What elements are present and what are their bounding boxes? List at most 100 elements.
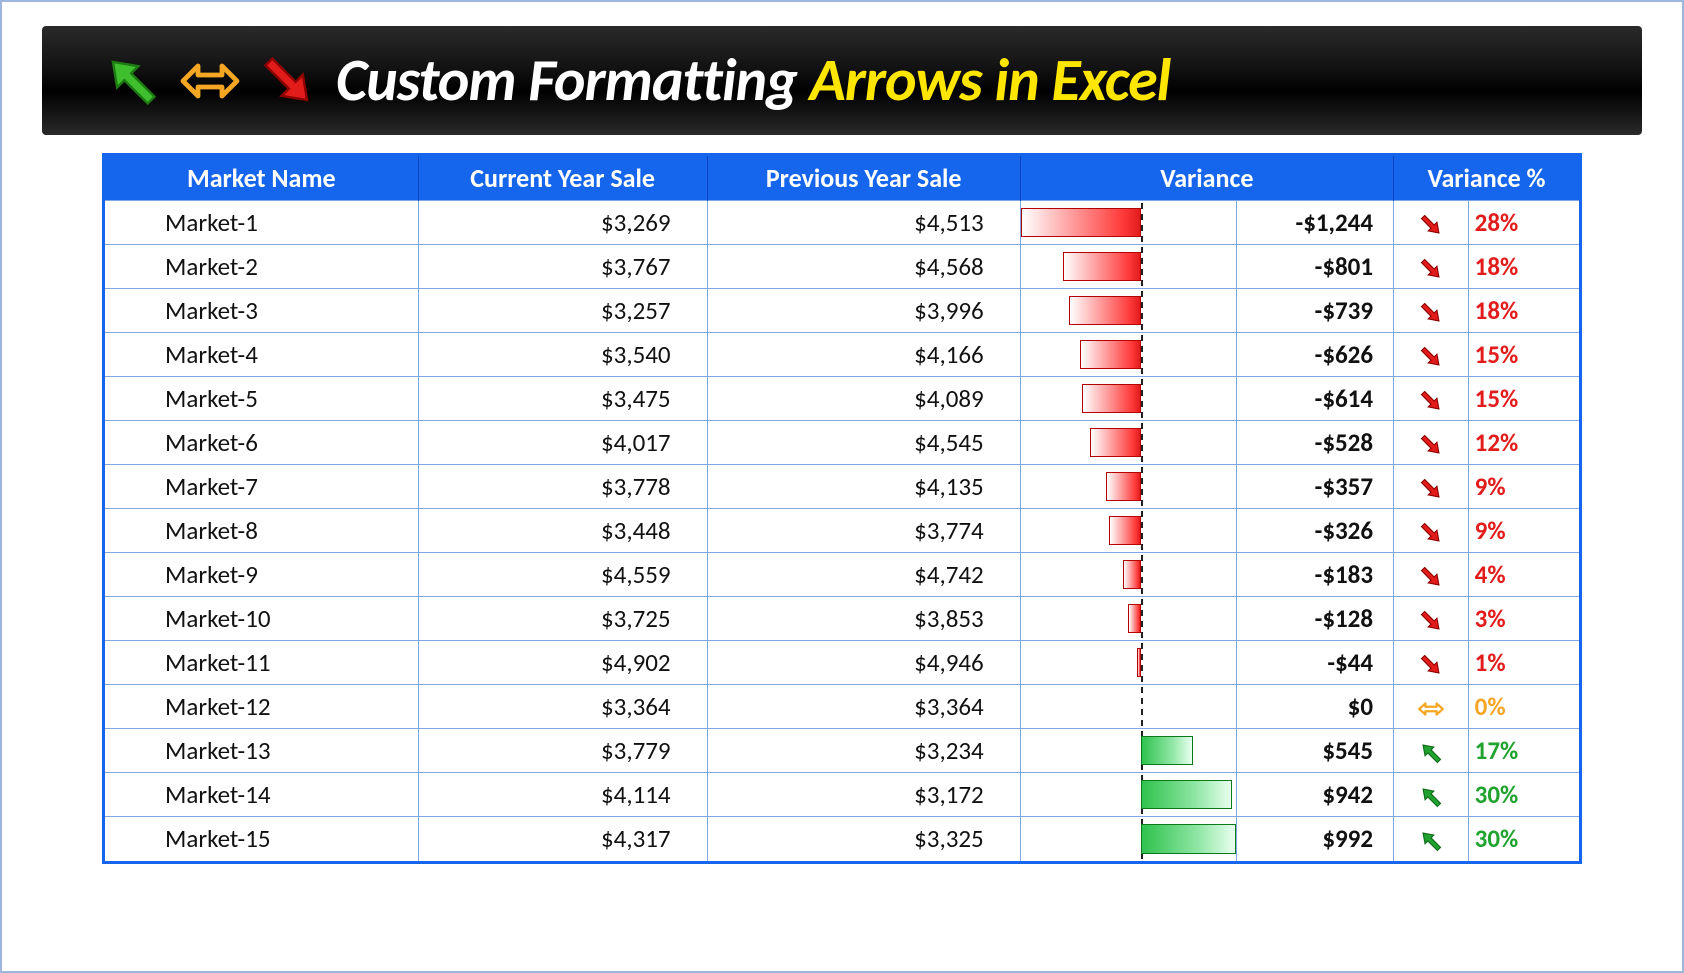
table-row: Market-3$3,257$3,996-$73918% [105, 289, 1579, 333]
cell-name: Market-6 [105, 421, 418, 465]
cell-name: Market-7 [105, 465, 418, 509]
cell-variance-value: -$801 [1237, 245, 1394, 289]
cell-variance-pct: 18% [1468, 289, 1579, 333]
title-main: Custom Formatting [336, 44, 797, 117]
cell-variance-bar [1020, 421, 1237, 465]
table-row: Market-7$3,778$4,135-$3579% [105, 465, 1579, 509]
cell-previous: $4,089 [707, 377, 1020, 421]
cell-current: $3,364 [418, 685, 707, 729]
cell-variance-bar [1020, 377, 1237, 421]
cell-variance-bar [1020, 817, 1237, 861]
cell-name: Market-10 [105, 597, 418, 641]
title-suffix: Arrows in Excel [809, 44, 1170, 117]
cell-variance-pct: 3% [1468, 597, 1579, 641]
cell-name: Market-3 [105, 289, 418, 333]
cell-variance-value: $0 [1237, 685, 1394, 729]
table-row: Market-9$4,559$4,742-$1834% [105, 553, 1579, 597]
cell-variance-bar [1020, 201, 1237, 245]
arrow-down-icon [258, 51, 318, 111]
cell-name: Market-14 [105, 773, 418, 817]
table-row: Market-5$3,475$4,089 -$614 15% [105, 377, 1579, 421]
trend-flat-icon [1417, 690, 1445, 721]
col-header-name: Market Name [105, 156, 418, 201]
trend-down-icon [1417, 250, 1445, 281]
cell-current: $3,448 [418, 509, 707, 553]
cell-previous: $3,364 [707, 685, 1020, 729]
table-row: Market-13$3,779$3,234$54517% [105, 729, 1579, 773]
cell-current: $3,475 [418, 377, 707, 421]
cell-variance-value: -$128 [1237, 597, 1394, 641]
table-row: Market-12$3,364$3,364$00% [105, 685, 1579, 729]
cell-variance-bar [1020, 597, 1237, 641]
trend-down-icon [1417, 470, 1445, 501]
table-header-row: Market Name Current Year Sale Previous Y… [105, 156, 1579, 201]
cell-name: Market-15 [105, 817, 418, 861]
cell-previous: $4,513 [707, 201, 1020, 245]
cell-variance-value: -$44 [1237, 641, 1394, 685]
trend-down-icon [1417, 338, 1445, 369]
title-banner: Custom Formatting Arrows in Excel [42, 26, 1642, 135]
cell-arrow [1394, 685, 1469, 729]
trend-down-icon [1417, 206, 1445, 237]
data-table: Market Name Current Year Sale Previous Y… [102, 153, 1582, 864]
trend-down-icon [1417, 514, 1445, 545]
cell-variance-value: $992 [1237, 817, 1394, 861]
cell-arrow [1394, 509, 1469, 553]
cell-variance-value: $545 [1237, 729, 1394, 773]
arrow-flat-icon [180, 51, 240, 111]
trend-down-icon [1417, 646, 1445, 677]
cell-variance-bar [1020, 773, 1237, 817]
cell-name: Market-4 [105, 333, 418, 377]
cell-arrow [1394, 377, 1469, 421]
cell-previous: $3,325 [707, 817, 1020, 861]
col-header-previous: Previous Year Sale [707, 156, 1020, 201]
table-row: Market-15$4,317$3,325 $992 30% [105, 817, 1579, 861]
trend-down-icon [1417, 602, 1445, 633]
cell-current: $3,767 [418, 245, 707, 289]
cell-variance-value: -$626 [1237, 333, 1394, 377]
cell-name: Market-13 [105, 729, 418, 773]
cell-variance-bar [1020, 641, 1237, 685]
cell-previous: $3,234 [707, 729, 1020, 773]
col-header-variance-pct: Variance % [1394, 156, 1579, 201]
cell-variance-bar [1020, 553, 1237, 597]
cell-arrow [1394, 289, 1469, 333]
cell-variance-pct: 9% [1468, 509, 1579, 553]
cell-name: Market-1 [105, 201, 418, 245]
cell-current: $4,017 [418, 421, 707, 465]
cell-variance-value: -$528 [1237, 421, 1394, 465]
cell-variance-pct: 12% [1468, 421, 1579, 465]
arrow-up-icon [102, 51, 162, 111]
cell-variance-pct: 30% [1468, 817, 1579, 861]
cell-variance-value: $942 [1237, 773, 1394, 817]
table-row: Market-1$3,269$4,513-$1,24428% [105, 201, 1579, 245]
cell-current: $3,257 [418, 289, 707, 333]
cell-variance-bar [1020, 289, 1237, 333]
cell-variance-bar [1020, 685, 1237, 729]
trend-down-icon [1417, 558, 1445, 589]
cell-previous: $3,996 [707, 289, 1020, 333]
cell-variance-bar [1020, 729, 1237, 773]
cell-name: Market-8 [105, 509, 418, 553]
page-title: Custom Formatting Arrows in Excel [336, 44, 1170, 117]
cell-variance-pct: 15% [1468, 377, 1579, 421]
cell-variance-bar [1020, 465, 1237, 509]
cell-current: $4,317 [418, 817, 707, 861]
table-row: Market-11$4,902$4,946-$441% [105, 641, 1579, 685]
cell-arrow [1394, 421, 1469, 465]
cell-previous: $3,172 [707, 773, 1020, 817]
cell-name: Market-5 [105, 377, 418, 421]
table-row: Market-8$3,448$3,774-$3269% [105, 509, 1579, 553]
cell-variance-pct: 28% [1468, 201, 1579, 245]
cell-variance-bar [1020, 245, 1237, 289]
cell-arrow [1394, 641, 1469, 685]
col-header-variance: Variance [1020, 156, 1393, 201]
cell-variance-value: -$614 [1237, 377, 1394, 421]
cell-name: Market-11 [105, 641, 418, 685]
cell-previous: $3,774 [707, 509, 1020, 553]
cell-previous: $4,742 [707, 553, 1020, 597]
cell-arrow [1394, 817, 1469, 861]
cell-variance-pct: 0% [1468, 685, 1579, 729]
cell-arrow [1394, 201, 1469, 245]
cell-arrow [1394, 553, 1469, 597]
